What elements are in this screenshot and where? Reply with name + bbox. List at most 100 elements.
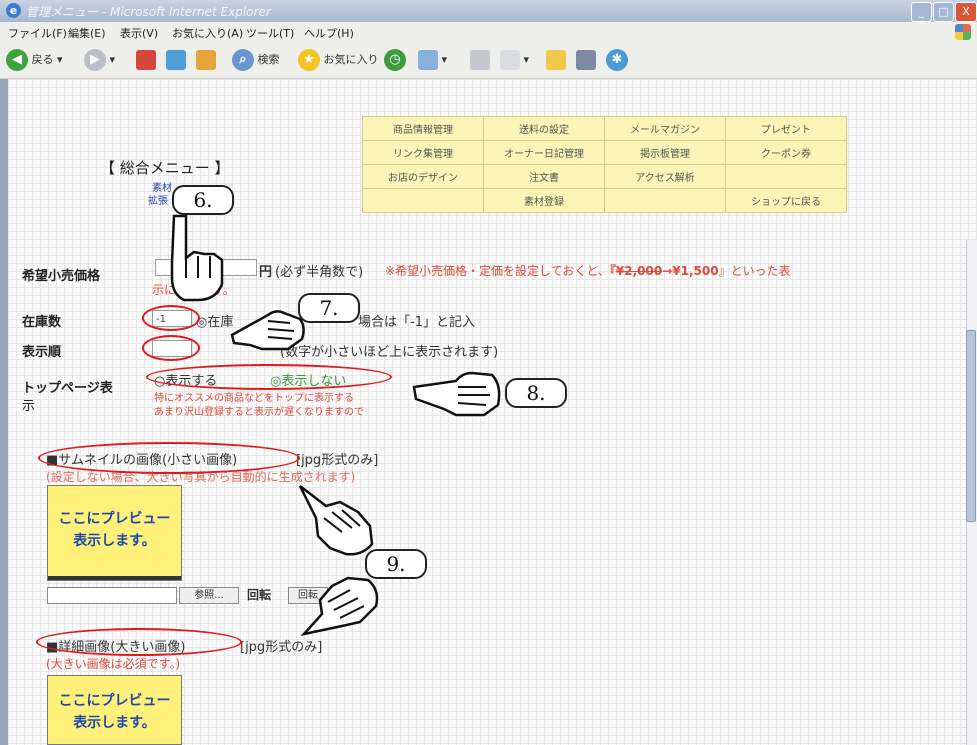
thumb-browse-button[interactable]: 参照... <box>179 587 239 604</box>
nav-item-coupon[interactable]: クーポン券 <box>725 140 847 165</box>
thumb-format: [jpg形式のみ] <box>296 453 379 468</box>
search-label: 検索 <box>257 53 280 66</box>
refresh-button[interactable] <box>166 48 186 72</box>
thumb-file-input[interactable] <box>47 587 177 604</box>
favorites-button[interactable]: ★ お気に入り <box>298 48 379 72</box>
mail-icon <box>418 50 438 70</box>
pointing-hand-left-icon <box>230 310 305 351</box>
preview-text-line1: ここにプレビュー <box>58 693 171 709</box>
page-title: 【 総合メニュー 】 <box>100 159 230 177</box>
mail-button[interactable]: ▾ <box>418 48 447 72</box>
close-icon[interactable]: X <box>955 2 977 22</box>
search-icon: ⌕ <box>232 49 254 71</box>
menu-edit[interactable]: 編集(E) <box>68 25 106 41</box>
research-button[interactable] <box>576 48 596 72</box>
back-button[interactable]: ◀ 戻る ▾ <box>6 48 63 72</box>
print-button[interactable] <box>470 48 490 72</box>
price-warning-text: ※希望小売価格・定価を設定しておくと、 <box>385 264 610 278</box>
menu-file[interactable]: ファイル(F) <box>8 25 67 41</box>
preview-text-line2: 表示します。 <box>73 533 156 549</box>
nav-item-access[interactable]: アクセス解析 <box>604 164 726 189</box>
top-note-1: 特にオススメの商品などをトップに表示する <box>154 393 354 404</box>
nav-cell-empty <box>725 164 847 189</box>
radio-hide[interactable]: ◎表示しない <box>270 370 346 389</box>
edit-button[interactable]: ▾ <box>500 48 529 72</box>
menu-bar: ファイル(F) 編集(E) 表示(V) お気に入り(A) ツール(T) ヘルプ(… <box>0 22 977 43</box>
ie-logo-icon: e <box>6 3 21 18</box>
nav-item-back-to-shop[interactable]: ショップに戻る <box>725 188 847 213</box>
nav-cell-empty <box>604 188 726 213</box>
history-icon: ◷ <box>384 49 406 71</box>
refresh-icon <box>166 50 186 70</box>
print-icon <box>470 50 490 70</box>
preview-text-line2: 表示します。 <box>73 715 156 731</box>
pointing-hand-down-left-icon <box>300 576 379 637</box>
forward-button[interactable]: ▶ ▾ <box>84 48 115 72</box>
menu-view[interactable]: 表示(V) <box>120 25 158 41</box>
window-left-edge <box>0 79 8 745</box>
sublink-extension[interactable]: 拡張 <box>148 192 168 207</box>
window-title: 管理メニュー - Microsoft Internet Explorer <box>26 5 271 19</box>
rotate-label: 回転 <box>247 588 272 602</box>
nav-item-order[interactable]: 注文書 <box>483 164 605 189</box>
nav-cell-empty <box>362 188 484 213</box>
thumb-heading: ■サムネイルの画像(小さい画像) <box>46 453 238 468</box>
price-warning-end: 』といった表 <box>718 264 791 278</box>
edit-icon <box>500 50 520 70</box>
price-new-value: →¥1,500 <box>662 264 719 278</box>
stop-button[interactable] <box>136 48 156 72</box>
nav-item-diary[interactable]: オーナー日記管理 <box>483 140 605 165</box>
radio-show[interactable]: ○表示する <box>154 370 217 389</box>
nav-item-links[interactable]: リンク集管理 <box>362 140 484 165</box>
callout-8: 8. <box>505 378 567 408</box>
windows-flag-icon <box>955 24 971 40</box>
price-unit: 円 <box>259 265 273 280</box>
folder-button[interactable] <box>546 48 566 72</box>
home-button[interactable] <box>196 48 216 72</box>
nav-menu-table: 商品情報管理 送料の設定 メールマガジン プレゼント リンク集管理 オーナー日記… <box>362 116 847 213</box>
star-icon: ★ <box>298 49 320 71</box>
forward-arrow-icon: ▶ <box>84 49 106 71</box>
back-arrow-icon: ◀ <box>6 49 28 71</box>
toolbar: ◀ 戻る ▾ ▶ ▾ ⌕ 検索 ★ お気に入り ◷ ▾ ▾ ✱ <box>0 42 977 79</box>
search-button[interactable]: ⌕ 検索 <box>232 48 280 72</box>
nav-item-bbs[interactable]: 掲示板管理 <box>604 140 726 165</box>
history-button[interactable]: ◷ <box>384 48 406 72</box>
detail-heading: ■詳細画像(大きい画像) <box>46 640 186 655</box>
maximize-icon[interactable]: □ <box>933 2 954 22</box>
minimize-icon[interactable]: _ <box>911 2 932 22</box>
nav-item-mailmag[interactable]: メールマガジン <box>604 116 726 141</box>
price-label: 希望小売価格 <box>22 269 101 284</box>
pointing-hand-up-left-icon <box>298 485 374 556</box>
nav-item-design[interactable]: お店のデザイン <box>362 164 484 189</box>
nav-item-material[interactable]: 素材登録 <box>483 188 605 213</box>
menu-help[interactable]: ヘルプ(H) <box>304 25 354 41</box>
stock-label: 在庫数 <box>22 315 62 330</box>
price-warning: ※希望小売価格・定価を設定しておくと、『¥2,000→¥1,500』といった表 <box>385 262 791 279</box>
nav-item-present[interactable]: プレゼント <box>725 116 847 141</box>
top-page-label: トップページ表 <box>22 381 113 396</box>
menu-favorites[interactable]: お気に入り(A) <box>172 25 243 41</box>
messenger-icon: ✱ <box>606 49 628 71</box>
title-bar: e 管理メニュー - Microsoft Internet Explorer _… <box>0 0 977 22</box>
favorites-label: お気に入り <box>323 53 379 66</box>
stock-input[interactable]: -1 <box>152 310 192 327</box>
top-note-2: あまり沢山登録すると表示が遅くなりますので <box>154 407 364 418</box>
stock-note-b: 場合は「-1」と記入 <box>358 315 475 330</box>
order-note: (数字が小さいほど上に表示されます) <box>280 345 499 360</box>
home-icon <box>196 50 216 70</box>
order-input[interactable] <box>152 340 192 357</box>
messenger-button[interactable]: ✱ <box>606 48 628 72</box>
nav-item-product[interactable]: 商品情報管理 <box>362 116 484 141</box>
detail-preview: ここにプレビュー 表示します。 <box>47 675 182 745</box>
research-icon <box>576 50 596 70</box>
scrollbar-thumb[interactable] <box>966 330 976 522</box>
top-page-label-cont: 示 <box>22 399 36 414</box>
stop-icon <box>136 50 156 70</box>
thumb-preview: ここにプレビュー 表示します。 <box>47 485 182 581</box>
pointing-hand-left-icon <box>412 371 501 417</box>
menu-tools[interactable]: ツール(T) <box>246 25 294 41</box>
nav-item-shipping[interactable]: 送料の設定 <box>483 116 605 141</box>
pointing-hand-down-icon <box>170 214 224 302</box>
detail-note: (大きい画像は必須です。) <box>46 657 181 671</box>
